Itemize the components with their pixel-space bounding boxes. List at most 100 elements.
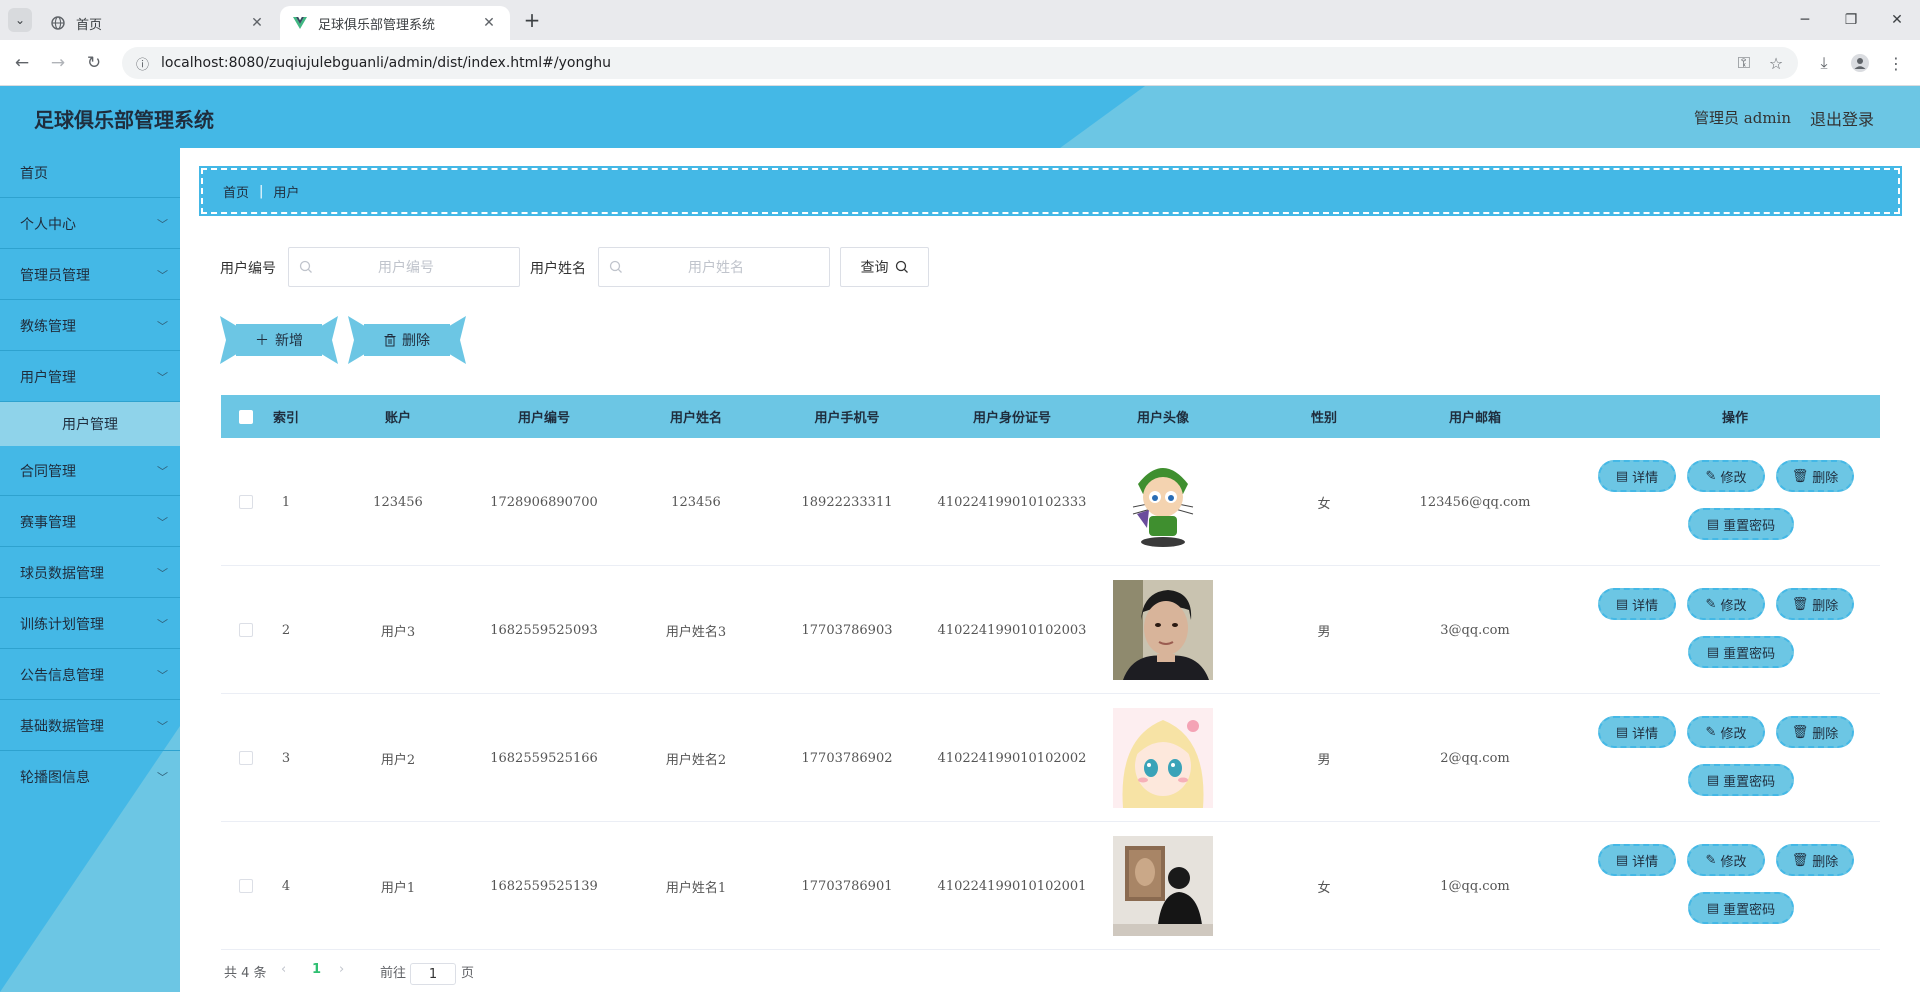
avatar-anime-girl[interactable]: [1113, 708, 1213, 808]
user-code-input[interactable]: 用户编号: [288, 247, 520, 287]
minimize-icon[interactable]: ─: [1782, 0, 1828, 40]
next-page-chevron-icon[interactable]: ›: [339, 962, 344, 977]
restore-icon[interactable]: ❐: [1828, 0, 1874, 40]
site-info-icon[interactable]: ⓘ: [136, 54, 149, 73]
reset-password-button[interactable]: ▤ 重置密码: [1688, 764, 1794, 796]
trash-icon: 🗑: [1791, 724, 1809, 740]
forward-arrow-icon[interactable]: →: [46, 51, 70, 75]
sidebar-subitem-user-management[interactable]: 用户管理: [0, 402, 180, 446]
trash-icon: 🗑: [1791, 468, 1809, 484]
batch-delete-button[interactable]: 删除: [364, 324, 450, 356]
sidebar-item-player-data[interactable]: 球员数据管理 ﹀: [0, 548, 180, 598]
new-tab-icon[interactable]: +: [520, 8, 544, 32]
reset-password-button[interactable]: ▤ 重置密码: [1688, 508, 1794, 540]
delete-button[interactable]: 🗑 删除: [1776, 844, 1854, 876]
chevron-up-icon: ﹀: [157, 371, 168, 384]
delete-button[interactable]: 🗑 删除: [1776, 460, 1854, 492]
breadcrumb-home[interactable]: 首页: [223, 182, 249, 201]
detail-button[interactable]: ▤ 详情: [1598, 716, 1676, 748]
input-placeholder: 用户姓名: [688, 260, 744, 276]
edit-label: 修改: [1720, 598, 1747, 614]
edit-button[interactable]: ✎ 修改: [1687, 588, 1765, 620]
document-icon: ▤: [1706, 516, 1720, 532]
reset-label: 重置密码: [1723, 902, 1776, 918]
row-actions: ▤ 详情 ✎ 修改 🗑 删除 ▤ 重置密码: [1596, 566, 1874, 694]
sidebar-item-personal[interactable]: 个人中心 ﹀: [0, 199, 180, 249]
delete-button[interactable]: 🗑 删除: [1776, 588, 1854, 620]
sidebar-item-admins[interactable]: 管理员管理 ﹀: [0, 250, 180, 300]
globe-icon: [50, 15, 66, 31]
more-menu-icon[interactable]: ⋮: [1884, 51, 1908, 75]
star-icon[interactable]: ☆: [1764, 51, 1788, 75]
sidebar-item-users[interactable]: 用户管理 ﹀: [0, 352, 180, 402]
edit-button[interactable]: ✎ 修改: [1687, 460, 1765, 492]
cell-account: 123456: [373, 494, 423, 510]
sidebar-item-label: 基础数据管理: [20, 718, 104, 735]
reset-password-button[interactable]: ▤ 重置密码: [1688, 892, 1794, 924]
delete-button[interactable]: 🗑 删除: [1776, 716, 1854, 748]
close-icon[interactable]: ✕: [248, 15, 266, 31]
browser-tab-app[interactable]: 足球俱乐部管理系统 ✕: [280, 6, 510, 40]
col-index: 索引: [272, 411, 299, 426]
cell-avatar: [1113, 566, 1213, 694]
detail-label: 详情: [1632, 854, 1659, 870]
reset-password-button[interactable]: ▤ 重置密码: [1688, 636, 1794, 668]
chevron-down-icon: ﹀: [157, 218, 168, 231]
address-bar: ← → ↻ ⓘ localhost:8080/zuqiujulebguanli/…: [0, 40, 1920, 86]
profile-icon[interactable]: [1848, 51, 1872, 75]
breadcrumb-separator: |: [259, 183, 264, 199]
sidebar-item-training[interactable]: 训练计划管理 ﹀: [0, 599, 180, 649]
chevron-down-icon: ﹀: [157, 720, 168, 733]
reload-icon[interactable]: ↻: [82, 51, 106, 75]
sidebar-item-label: 首页: [20, 165, 48, 182]
cell-phone: 17703786901: [801, 878, 893, 894]
query-button[interactable]: 查询: [840, 247, 929, 287]
add-label: 新增: [275, 333, 303, 349]
delete-label: 删除: [1812, 598, 1839, 614]
cell-phone: 17703786902: [801, 750, 893, 766]
goto-page-input[interactable]: 1: [410, 963, 456, 985]
key-icon[interactable]: ⚿: [1732, 51, 1756, 75]
avatar-man-portrait[interactable]: [1113, 580, 1213, 680]
back-arrow-icon[interactable]: ←: [10, 51, 34, 75]
window-close-icon[interactable]: ✕: [1874, 0, 1920, 40]
url-field[interactable]: ⓘ localhost:8080/zuqiujulebguanli/admin/…: [122, 47, 1798, 79]
chevron-down-icon: ﹀: [157, 771, 168, 784]
cell-user-name: 用户姓名1: [665, 880, 727, 896]
add-button[interactable]: ＋ 新增: [236, 324, 322, 356]
vue-logo-icon: [292, 15, 308, 31]
cell-user-code: 1682559525139: [490, 878, 598, 894]
sidebar-item-base-data[interactable]: 基础数据管理 ﹀: [0, 701, 180, 751]
edit-button[interactable]: ✎ 修改: [1687, 716, 1765, 748]
sidebar-item-carousel[interactable]: 轮播图信息 ﹀: [0, 752, 180, 802]
table-row: 1 123456 1728906890700 123456 1892223331…: [221, 438, 1880, 566]
col-actions: 操作: [1721, 411, 1748, 426]
sidebar-item-label: 教练管理: [20, 318, 76, 335]
tab-search-chevron-icon[interactable]: ⌄: [8, 8, 32, 32]
sidebar-item-notices[interactable]: 公告信息管理 ﹀: [0, 650, 180, 700]
pagination-page-1[interactable]: 1: [312, 962, 321, 977]
logout-link[interactable]: 退出登录: [1810, 106, 1874, 130]
detail-button[interactable]: ▤ 详情: [1598, 460, 1676, 492]
row-actions: ▤ 详情 ✎ 修改 🗑 删除 ▤ 重置密码: [1596, 438, 1874, 566]
cell-id-card: 410224199010102002: [937, 750, 1087, 766]
download-icon[interactable]: ⤓: [1812, 51, 1836, 75]
prev-page-chevron-icon[interactable]: ‹: [281, 962, 286, 977]
user-name-input[interactable]: 用户姓名: [598, 247, 830, 287]
avatar-person-gallery[interactable]: [1113, 836, 1213, 936]
sidebar-item-coaches[interactable]: 教练管理 ﹀: [0, 301, 180, 351]
edit-button[interactable]: ✎ 修改: [1687, 844, 1765, 876]
sidebar-item-label: 赛事管理: [20, 514, 76, 531]
close-icon[interactable]: ✕: [480, 15, 498, 31]
sidebar-item-matches[interactable]: 赛事管理 ﹀: [0, 497, 180, 547]
browser-tab-home[interactable]: 首页 ✕: [38, 6, 278, 40]
detail-button[interactable]: ▤ 详情: [1598, 844, 1676, 876]
sidebar-item-home[interactable]: 首页: [0, 148, 180, 198]
sidebar-item-label: 管理员管理: [20, 267, 90, 284]
col-avatar: 用户头像: [1136, 411, 1189, 426]
sidebar-item-contracts[interactable]: 合同管理 ﹀: [0, 446, 180, 496]
cell-index: 3: [281, 750, 291, 766]
detail-button[interactable]: ▤ 详情: [1598, 588, 1676, 620]
avatar-cartoon-mascot[interactable]: [1113, 452, 1213, 552]
input-placeholder: 用户编号: [378, 260, 434, 276]
